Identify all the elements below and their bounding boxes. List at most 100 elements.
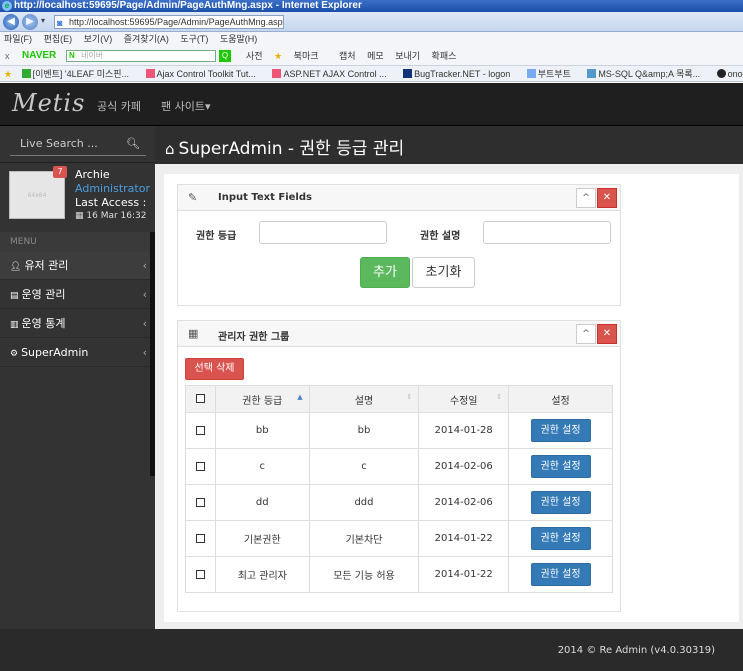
- toolbar-send[interactable]: 보내기: [395, 51, 420, 61]
- close-button[interactable]: ✕: [597, 188, 617, 208]
- permission-settings-button[interactable]: 권한 설정: [530, 419, 591, 442]
- fav-item-1[interactable]: [이벤트] '4LEAF 미스핀...: [21, 69, 136, 79]
- toolbar-bookmark[interactable]: ★ 북마크: [274, 51, 327, 61]
- column-header-description[interactable]: 설명 ⇕: [308, 385, 420, 413]
- fav-icon: [145, 69, 155, 78]
- sidebar-item-operation-management[interactable]: ▤ 운영 관리 ‹: [0, 281, 155, 309]
- page-footer: 2014 © Re Admin (v4.0.30319): [0, 629, 743, 671]
- home-icon: ⌂: [165, 140, 175, 158]
- select-all-header[interactable]: [185, 385, 216, 413]
- collapse-button[interactable]: ^: [576, 324, 596, 344]
- toolbar-capture[interactable]: 캡처: [339, 51, 356, 61]
- collapse-button[interactable]: ^: [576, 188, 596, 208]
- toolbar-memo[interactable]: 메모: [367, 51, 384, 61]
- toolbar-pass[interactable]: 확패스: [432, 51, 457, 61]
- history-dropdown-icon[interactable]: ▾: [41, 16, 45, 25]
- input-box-header: ✎ Input Text Fields ^ ✕: [178, 185, 620, 211]
- description-cell: ddd: [308, 484, 420, 521]
- fav-item-7[interactable]: onokumus-Bootstrap: [716, 69, 743, 79]
- sort-icon: ⇕: [406, 393, 413, 401]
- permission-settings-button[interactable]: 권한 설정: [530, 563, 591, 586]
- page-title-text: SuperAdmin - 권한 등급 관리: [178, 139, 405, 159]
- description-label: 권한 설명: [420, 231, 461, 242]
- permission-settings-button[interactable]: 권한 설정: [530, 491, 591, 514]
- modified-cell: 2014-01-22: [418, 520, 510, 557]
- menu-file[interactable]: 파일(F): [4, 34, 32, 44]
- input-fields-box: ✎ Input Text Fields ^ ✕ 권한 등급 권한 설명 추가 초…: [177, 184, 621, 306]
- fav-item-6[interactable]: MS-SQL Q&amp;A 목록...: [587, 69, 707, 79]
- row-checkbox[interactable]: [195, 461, 205, 471]
- sidebar-item-operation-stats[interactable]: ▥ 운영 통계 ‹: [0, 310, 155, 338]
- row-checkbox[interactable]: [195, 569, 205, 579]
- naver-placeholder: 네이버: [81, 51, 104, 60]
- nav-official-cafe[interactable]: 공식 카페: [97, 98, 141, 114]
- browser-menubar: 파일(F) 편집(E) 보기(V) 즐겨찾기(A) 도구(T) 도움말(H): [0, 32, 743, 46]
- close-button[interactable]: ✕: [597, 324, 617, 344]
- column-header-modified[interactable]: 수정일 ⇕: [418, 385, 510, 413]
- modified-cell: 2014-01-22: [418, 556, 510, 593]
- permission-settings-button[interactable]: 권한 설정: [530, 455, 591, 478]
- column-header-label: 권한 등급: [242, 395, 283, 407]
- permission-settings-button[interactable]: 권한 설정: [530, 527, 591, 550]
- menu-help[interactable]: 도움말(H): [220, 34, 257, 44]
- url-input[interactable]: ◙ http://localhost:59695/Page/Admin/Page…: [54, 15, 284, 29]
- fav-item-4[interactable]: BugTracker.NET - logon: [403, 69, 517, 79]
- chevron-left-icon: ‹: [142, 288, 147, 301]
- toolbar-dictionary[interactable]: 사전: [246, 51, 263, 61]
- naver-search-input[interactable]: N 네이버: [66, 50, 216, 62]
- notification-badge[interactable]: 7: [53, 166, 67, 178]
- menu-favorites[interactable]: 즐겨찾기(A): [124, 34, 169, 44]
- fav-item-5[interactable]: 부트부트: [526, 69, 578, 79]
- fav-icon: [21, 69, 31, 78]
- sidebar-item-user-management[interactable]: 👤︎ 유저 관리 ‹: [0, 252, 155, 280]
- calendar-icon: ▦: [75, 211, 84, 221]
- sidebar-item-label: SuperAdmin: [21, 346, 89, 359]
- row-checkbox[interactable]: [195, 497, 205, 507]
- user-icon: 👤︎: [10, 262, 22, 272]
- row-select-cell: [185, 556, 216, 593]
- row-select-cell: [185, 520, 216, 557]
- avatar[interactable]: 64x64: [9, 171, 65, 219]
- fav-icon: [587, 69, 597, 78]
- user-last-access-date: ▦ 16 Mar 16:32: [75, 211, 146, 221]
- row-select-cell: [185, 484, 216, 521]
- row-checkbox[interactable]: [195, 425, 205, 435]
- brand-logo[interactable]: Metis: [12, 89, 85, 117]
- menu-edit[interactable]: 편집(E): [44, 34, 73, 44]
- row-checkbox[interactable]: [195, 533, 205, 543]
- close-toolbar-icon[interactable]: x: [5, 46, 10, 65]
- forward-icon[interactable]: ▶: [22, 14, 38, 30]
- naver-search-button[interactable]: Q: [219, 50, 231, 62]
- grade-input[interactable]: [259, 221, 387, 244]
- select-all-checkbox[interactable]: [195, 394, 205, 403]
- description-input[interactable]: [483, 221, 611, 244]
- chart-icon: ▥: [10, 320, 19, 330]
- fav-item-3[interactable]: ASP.NET AJAX Control ...: [272, 69, 393, 79]
- fav-icon: [526, 69, 536, 78]
- favorites-star-icon[interactable]: ★: [4, 69, 12, 79]
- reset-button[interactable]: 초기화: [412, 257, 475, 288]
- description-cell: bb: [308, 412, 420, 449]
- main-content: ⌂ SuperAdmin - 권한 등급 관리 ✎ Input Text Fiel…: [155, 126, 743, 629]
- sidebar-item-superadmin[interactable]: ⚙ SuperAdmin ‹: [0, 339, 155, 367]
- column-header-label: 수정일: [449, 395, 478, 407]
- live-search-placeholder: Live Search ...: [20, 137, 98, 150]
- file-icon: ▤: [10, 291, 19, 301]
- modified-cell: 2014-02-06: [418, 448, 510, 485]
- delete-selected-button[interactable]: 선택 삭제: [185, 358, 244, 380]
- sidebar-item-label: 유저 관리: [24, 259, 69, 272]
- column-header-grade[interactable]: 권한 등급 ▲: [214, 385, 310, 413]
- back-icon[interactable]: ◀: [3, 14, 19, 30]
- live-search-input[interactable]: Live Search ... 🔍︎: [10, 132, 146, 156]
- menu-tools[interactable]: 도구(T): [180, 34, 208, 44]
- add-button[interactable]: 추가: [360, 257, 410, 288]
- search-icon[interactable]: 🔍︎: [126, 132, 140, 156]
- user-role[interactable]: Administrator: [75, 182, 150, 195]
- menu-view[interactable]: 보기(V): [84, 34, 113, 44]
- favorites-bar: ★ [이벤트] '4LEAF 미스핀... Ajax Control Toolk…: [0, 66, 743, 82]
- fav-item-2[interactable]: Ajax Control Toolkit Tut...: [145, 69, 263, 79]
- nav-fan-site[interactable]: 팬 사이트▾: [161, 98, 211, 114]
- grade-cell: c: [214, 448, 310, 485]
- fav-label: ASP.NET AJAX Control ...: [283, 69, 387, 79]
- content-header: ⌂ SuperAdmin - 권한 등급 관리: [155, 126, 743, 164]
